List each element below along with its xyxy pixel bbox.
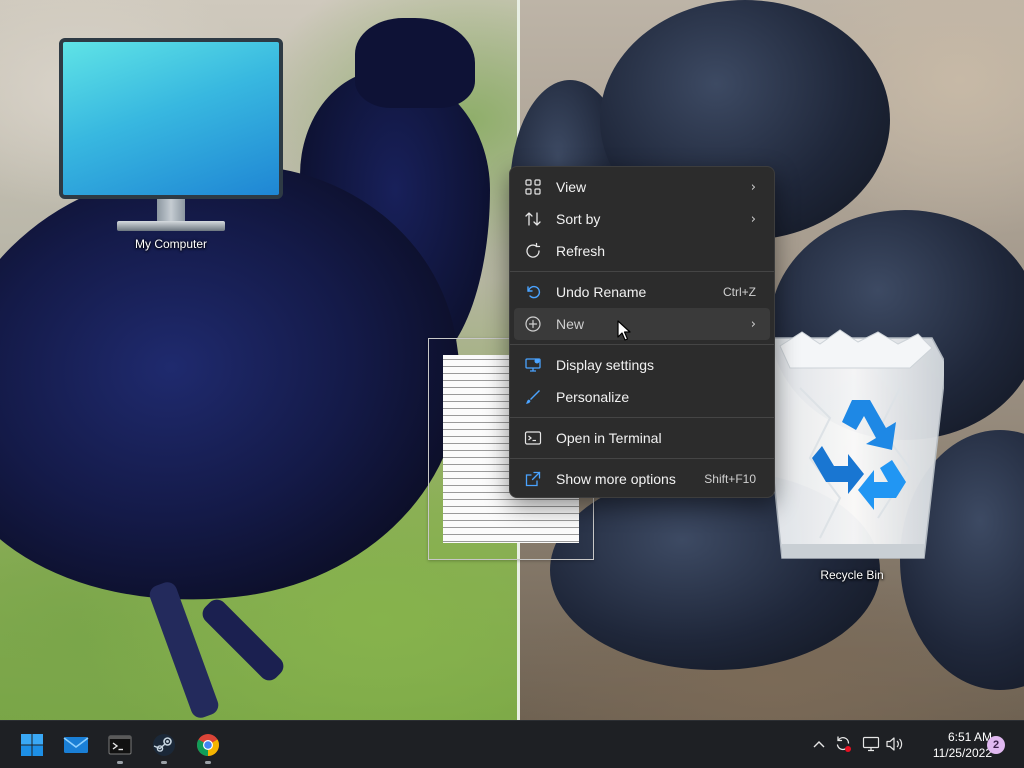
- chevron-right-icon: ›: [750, 179, 756, 195]
- shortcut-hint: Ctrl+Z: [723, 285, 756, 299]
- menu-item-new[interactable]: New ›: [514, 308, 770, 340]
- desktop-context-menu: View › Sort by › Refresh Undo Rename Ctr…: [509, 166, 775, 498]
- desktop-icon-label: Recycle Bin: [820, 568, 884, 582]
- undo-icon: [524, 283, 542, 301]
- taskbar-mail-button[interactable]: [56, 725, 96, 765]
- tray-sync-button[interactable]: [832, 733, 854, 755]
- taskbar-clock[interactable]: 6:51 AM 11/25/2022: [912, 729, 992, 761]
- taskbar-chrome-button[interactable]: [188, 725, 228, 765]
- recycle-bin-icon: [761, 329, 944, 559]
- taskbar-terminal-button[interactable]: [100, 725, 140, 765]
- start-button[interactable]: [12, 725, 52, 765]
- menu-item-open-in-terminal[interactable]: Open in Terminal: [514, 422, 770, 454]
- chrome-icon: [197, 734, 219, 756]
- menu-separator: [510, 344, 774, 345]
- display-settings-icon: [524, 356, 542, 374]
- menu-separator: [510, 458, 774, 459]
- brush-icon: [524, 388, 542, 406]
- menu-separator: [510, 271, 774, 272]
- tray-network-button[interactable]: [860, 733, 882, 755]
- volume-icon: [886, 737, 903, 751]
- desktop-icon-my-computer[interactable]: My Computer: [58, 38, 284, 251]
- taskbar-steam-button[interactable]: [144, 725, 184, 765]
- notification-count-badge[interactable]: 2: [987, 736, 1005, 754]
- windows-start-icon: [21, 734, 43, 756]
- monitor-icon: [59, 38, 283, 231]
- taskbar: 6:51 AM 11/25/2022: [0, 720, 1024, 768]
- refresh-icon: [524, 242, 542, 260]
- tray-volume-button[interactable]: [884, 733, 906, 755]
- plus-circle-icon: [524, 315, 542, 333]
- running-indicator: [205, 761, 211, 764]
- shortcut-hint: Shift+F10: [704, 472, 756, 486]
- running-indicator: [117, 761, 123, 764]
- menu-item-undo-rename[interactable]: Undo Rename Ctrl+Z: [514, 276, 770, 308]
- chevron-right-icon: ›: [750, 316, 756, 332]
- chevron-right-icon: ›: [750, 211, 756, 227]
- share-icon: [524, 470, 542, 488]
- show-hidden-icons-button[interactable]: [808, 733, 830, 755]
- desktop-icon-label: My Computer: [134, 237, 208, 251]
- menu-item-personalize[interactable]: Personalize: [514, 381, 770, 413]
- menu-item-refresh[interactable]: Refresh: [514, 235, 770, 267]
- menu-item-display-settings[interactable]: Display settings: [514, 349, 770, 381]
- mail-icon: [63, 737, 89, 753]
- menu-separator: [510, 417, 774, 418]
- mouse-pointer-icon: [617, 320, 631, 341]
- desktop-icon-recycle-bin[interactable]: Recycle Bin: [760, 328, 944, 582]
- terminal-icon: [524, 429, 542, 447]
- sort-icon: [524, 210, 542, 228]
- menu-item-show-more-options[interactable]: Show more options Shift+F10: [514, 463, 770, 495]
- running-indicator: [161, 761, 167, 764]
- steam-icon: [153, 734, 175, 756]
- clock-date: 11/25/2022: [932, 746, 992, 760]
- terminal-app-icon: [108, 735, 132, 755]
- menu-item-view[interactable]: View ›: [514, 171, 770, 203]
- sync-icon: [836, 736, 851, 752]
- chevron-up-icon: [813, 741, 825, 748]
- menu-item-sort-by[interactable]: Sort by ›: [514, 203, 770, 235]
- grid-icon: [524, 178, 542, 196]
- clock-time: 6:51 AM: [947, 730, 992, 744]
- network-icon: [862, 736, 880, 752]
